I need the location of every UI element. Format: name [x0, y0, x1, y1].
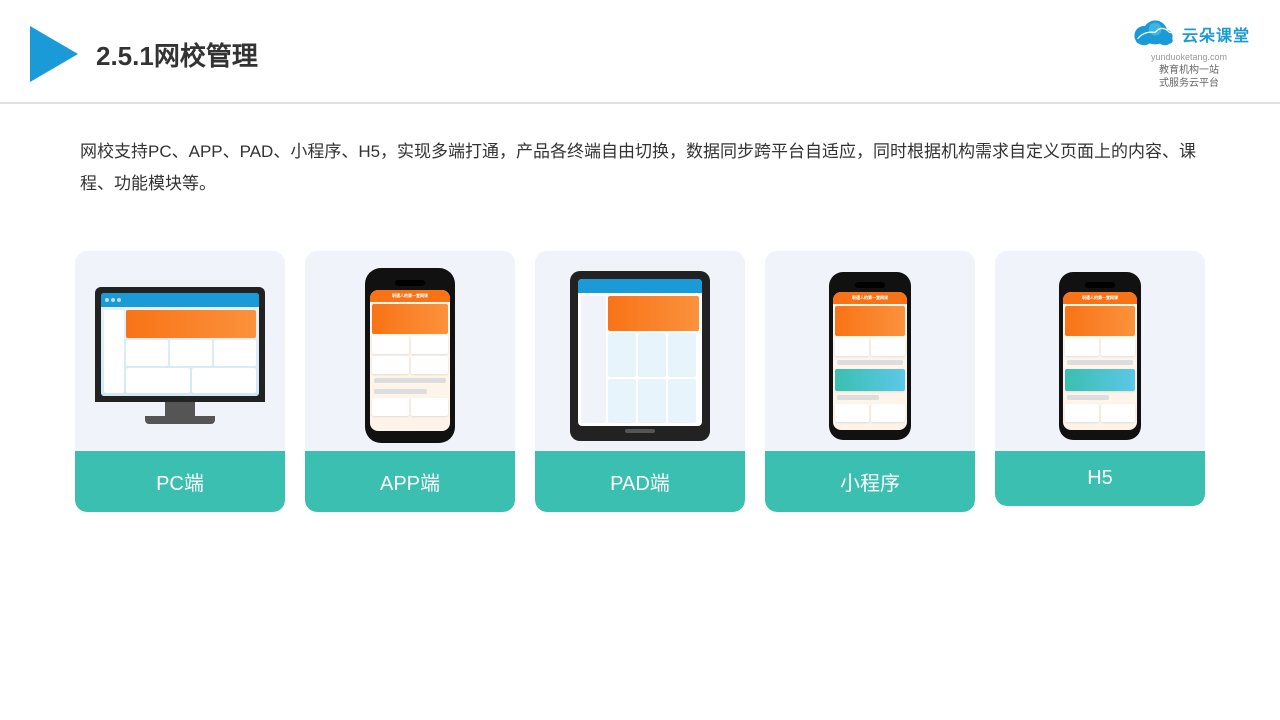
app-device-icon: 职通人的第一堂网课	[365, 268, 455, 443]
card-miniprogram-label: 小程序	[765, 451, 975, 512]
cards-container: PC端 职通人的第一堂网课	[0, 231, 1280, 542]
cloud-logo-icon	[1128, 18, 1176, 50]
card-pc[interactable]: PC端	[75, 251, 285, 512]
card-pc-label: PC端	[75, 451, 285, 512]
card-miniprogram-image: 职通人的第一堂网课	[765, 251, 975, 451]
header-right: 云朵课堂 yunduoketang.com 教育机构一站 式服务云平台	[1128, 18, 1250, 90]
card-h5[interactable]: 职通人的第一堂网课	[995, 251, 1205, 506]
miniprogram-device-icon: 职通人的第一堂网课	[829, 272, 911, 440]
card-h5-image: 职通人的第一堂网课	[995, 251, 1205, 451]
description-text: 网校支持PC、APP、PAD、小程序、H5，实现多端打通，产品各终端自由切换，数…	[0, 104, 1280, 221]
card-pad-label: PAD端	[535, 451, 745, 512]
pad-device-icon	[570, 271, 710, 441]
logo-subtitle: 教育机构一站 式服务云平台	[1159, 64, 1219, 90]
card-app-label: APP端	[305, 451, 515, 512]
logo-triangle-icon	[30, 26, 78, 82]
card-miniprogram[interactable]: 职通人的第一堂网课	[765, 251, 975, 512]
card-pc-image	[75, 251, 285, 451]
logo-url: yunduoketang.com	[1151, 52, 1227, 62]
h5-device-icon: 职通人的第一堂网课	[1059, 272, 1141, 440]
logo-text: 云朵课堂	[1182, 22, 1250, 46]
card-pad[interactable]: PAD端	[535, 251, 745, 512]
card-app[interactable]: 职通人的第一堂网课	[305, 251, 515, 512]
logo-cloud: 云朵课堂	[1128, 18, 1250, 50]
page-title: 2.5.1网校管理	[96, 36, 258, 73]
card-h5-label: H5	[995, 451, 1205, 506]
pc-device-icon	[95, 287, 265, 424]
card-app-image: 职通人的第一堂网课	[305, 251, 515, 451]
header-left: 2.5.1网校管理	[30, 26, 258, 82]
header: 2.5.1网校管理 云朵课堂 yunduoketang.com 教育机构一站 式…	[0, 0, 1280, 104]
card-pad-image	[535, 251, 745, 451]
